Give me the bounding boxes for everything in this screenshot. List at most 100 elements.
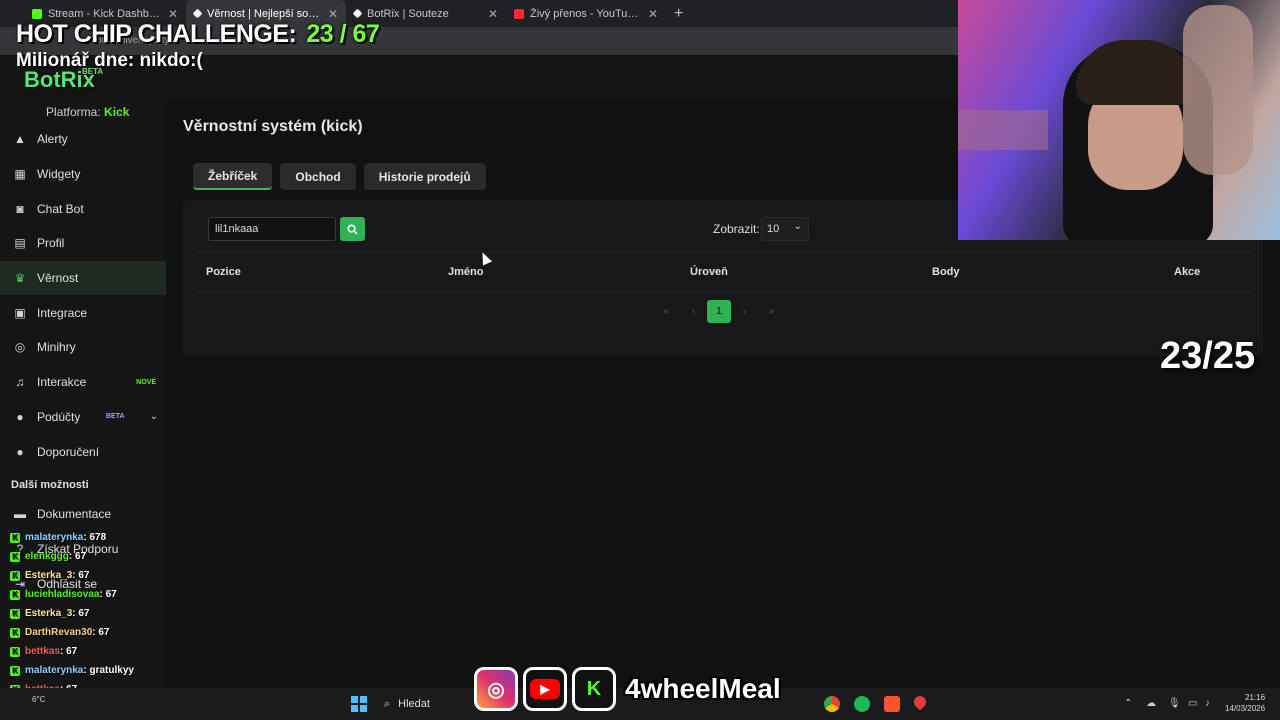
sidebar-item-alerty[interactable]: ▲ Alerty (0, 122, 166, 157)
kick-icon: K (10, 551, 20, 562)
social-banner: ◎ ▶ K 4wheelMeal (474, 667, 781, 711)
youtube-icon: ▶ (523, 667, 567, 711)
windows-start-icon[interactable] (351, 696, 367, 712)
first-page-button[interactable]: « (653, 300, 680, 323)
gamepad-icon: ◎ (14, 340, 26, 355)
browser-tab-title: Stream - Kick Dashboard (48, 7, 162, 20)
streamer-handle: 4wheelMeal (625, 673, 781, 704)
close-tab-icon[interactable]: ✕ (328, 7, 338, 21)
brave-icon[interactable] (884, 696, 900, 712)
sidebar-item-minihry[interactable]: ◎ Minihry (0, 330, 166, 365)
browser-tab-title: BotRix | Souteze (367, 7, 449, 20)
microphone-icon[interactable]: 🎙 (1168, 698, 1181, 709)
sidebar-item-dokumentace[interactable]: ▬ Dokumentace (0, 497, 166, 532)
page-1-button[interactable]: 1 (707, 300, 731, 323)
beta-badge: BETA (106, 413, 125, 421)
chevron-down-icon[interactable]: ⌄ (150, 411, 158, 422)
close-tab-icon[interactable]: ✕ (168, 7, 178, 21)
taskbar-clock[interactable]: 21:16 14/03/2026 (1225, 692, 1265, 714)
chat-message: Kelenkggg: 67 (10, 547, 134, 566)
chat-text: : 678 (83, 532, 107, 543)
chat-message: Kbettkas: 67 (10, 642, 134, 661)
chrome-icon[interactable] (824, 696, 840, 712)
weather-temp[interactable]: 6°C (32, 695, 45, 704)
widgets-icon: ▦ (14, 167, 26, 182)
page-size-select[interactable]: 10 ⌄ (761, 217, 809, 241)
botrix-favicon-icon (352, 8, 363, 19)
sidebar-item-label: Integrace (37, 305, 88, 320)
kick-icon: K (10, 570, 20, 581)
integration-icon: ▣ (14, 305, 26, 320)
column-header-pozice[interactable]: Pozice (206, 266, 241, 278)
sidebar-item-doporuceni[interactable]: ● Doporučení (0, 434, 166, 469)
warning-icon: ▲ (14, 132, 26, 147)
kick-icon: K (10, 589, 20, 600)
cloud-icon[interactable]: ☁ (1146, 698, 1156, 709)
robot-icon: ◙ (16, 201, 24, 216)
search-button[interactable] (340, 217, 365, 241)
tray-chevron-icon[interactable]: ⌃ (1124, 698, 1132, 709)
sidebar-item-label: Interakce (37, 375, 87, 390)
botrix-beta-badge: BETA (82, 67, 104, 76)
column-header-jmeno[interactable]: Jméno (448, 266, 483, 278)
sidebar-item-interakce[interactable]: ♫ Interakce NOVÉ (0, 365, 166, 400)
sidebar-item-widgety[interactable]: ▦ Widgety (0, 157, 166, 192)
chat-message: K Esterka_3: 67 (10, 566, 134, 585)
chat-message: K DarthRevan30: 67 (10, 623, 134, 642)
challenge-count: 23 / 67 (306, 20, 380, 48)
sidebar-item-vernost[interactable]: ♛ Věrnost (0, 260, 166, 296)
browser-tab[interactable]: Živý přenos - YouTube Studio ✕ (506, 0, 666, 27)
network-icon[interactable]: ▭ (1188, 698, 1197, 709)
taskbar-search[interactable]: ⌕ Hledat (378, 693, 468, 715)
chat-message: Kmalaterynka: gratulkyy (10, 661, 134, 680)
sidebar-item-chat-bot[interactable]: ◙ Chat Bot (0, 191, 166, 226)
sidebar-item-label: Alerty (37, 132, 68, 147)
next-page-button[interactable]: › (731, 300, 758, 323)
prev-page-button[interactable]: ‹ (680, 300, 707, 323)
browser-tab-title: Věrnost | Nejlepší software pro (207, 7, 322, 20)
platform-value: Kick (104, 105, 130, 119)
last-page-button[interactable]: » (758, 300, 785, 323)
section-title: Další možnosti (11, 478, 89, 491)
chat-text: : 67 (68, 551, 87, 562)
chevron-down-icon: ⌄ (793, 221, 802, 232)
chat-text: : 67 (72, 608, 90, 619)
sidebar-item-poducty[interactable]: ● Podúčty BETA ⌄ (0, 400, 166, 435)
close-tab-icon[interactable]: ✕ (488, 7, 498, 21)
pagination: « ‹ 1 › » (653, 300, 785, 323)
docs-icon: ▬ (14, 507, 26, 522)
chat-user: DarthRevan30 (25, 627, 93, 638)
sidebar-item-integrace[interactable]: ▣ Integrace (0, 295, 166, 330)
search-input[interactable]: lil1nkaaa (208, 217, 336, 241)
content-tabs: Žebříček Obchod Historie prodejů (193, 163, 486, 190)
chat-text: : 67 (99, 589, 117, 600)
column-header-akce: Akce (1174, 266, 1201, 278)
chat-text: : 67 (92, 627, 110, 638)
sidebar-item-label: Minihry (37, 340, 76, 355)
kick-favicon-icon (32, 8, 42, 19)
map-pin-icon[interactable] (911, 693, 929, 711)
chat-text: : 67 (60, 646, 78, 657)
sidebar-item-profil[interactable]: ▤ Profil (0, 226, 166, 261)
page-title: Věrnostní systém (kick) (183, 118, 363, 135)
screen: Stream - Kick Dashboard ✕ Věrnost | Nejl… (0, 0, 1280, 720)
search-icon: ⌕ (384, 697, 391, 710)
clock-time: 21:16 (1245, 693, 1266, 702)
new-tab-icon[interactable]: + (666, 5, 691, 23)
trophy-icon: ♛ (14, 271, 26, 286)
close-tab-icon[interactable]: ✕ (648, 7, 658, 21)
spotify-icon[interactable] (854, 696, 870, 712)
kick-icon: K (10, 608, 20, 619)
volume-icon[interactable]: ♪ (1205, 698, 1210, 709)
kick-icon: K (10, 665, 20, 676)
tab-zebricek[interactable]: Žebříček (193, 163, 273, 190)
music-note-icon: ♫ (15, 375, 25, 390)
chat-message: Kluciehladisovaa: 67 (10, 585, 134, 604)
search-icon (347, 223, 358, 235)
column-header-body[interactable]: Body (932, 266, 960, 278)
chat-text: : gratulkyy (83, 665, 134, 676)
chat-text: : 67 (72, 570, 90, 581)
tab-obchod[interactable]: Obchod (280, 163, 356, 190)
tab-historie-prodeju[interactable]: Historie prodejů (363, 163, 486, 190)
column-header-uroven[interactable]: Úroveň (690, 266, 728, 278)
